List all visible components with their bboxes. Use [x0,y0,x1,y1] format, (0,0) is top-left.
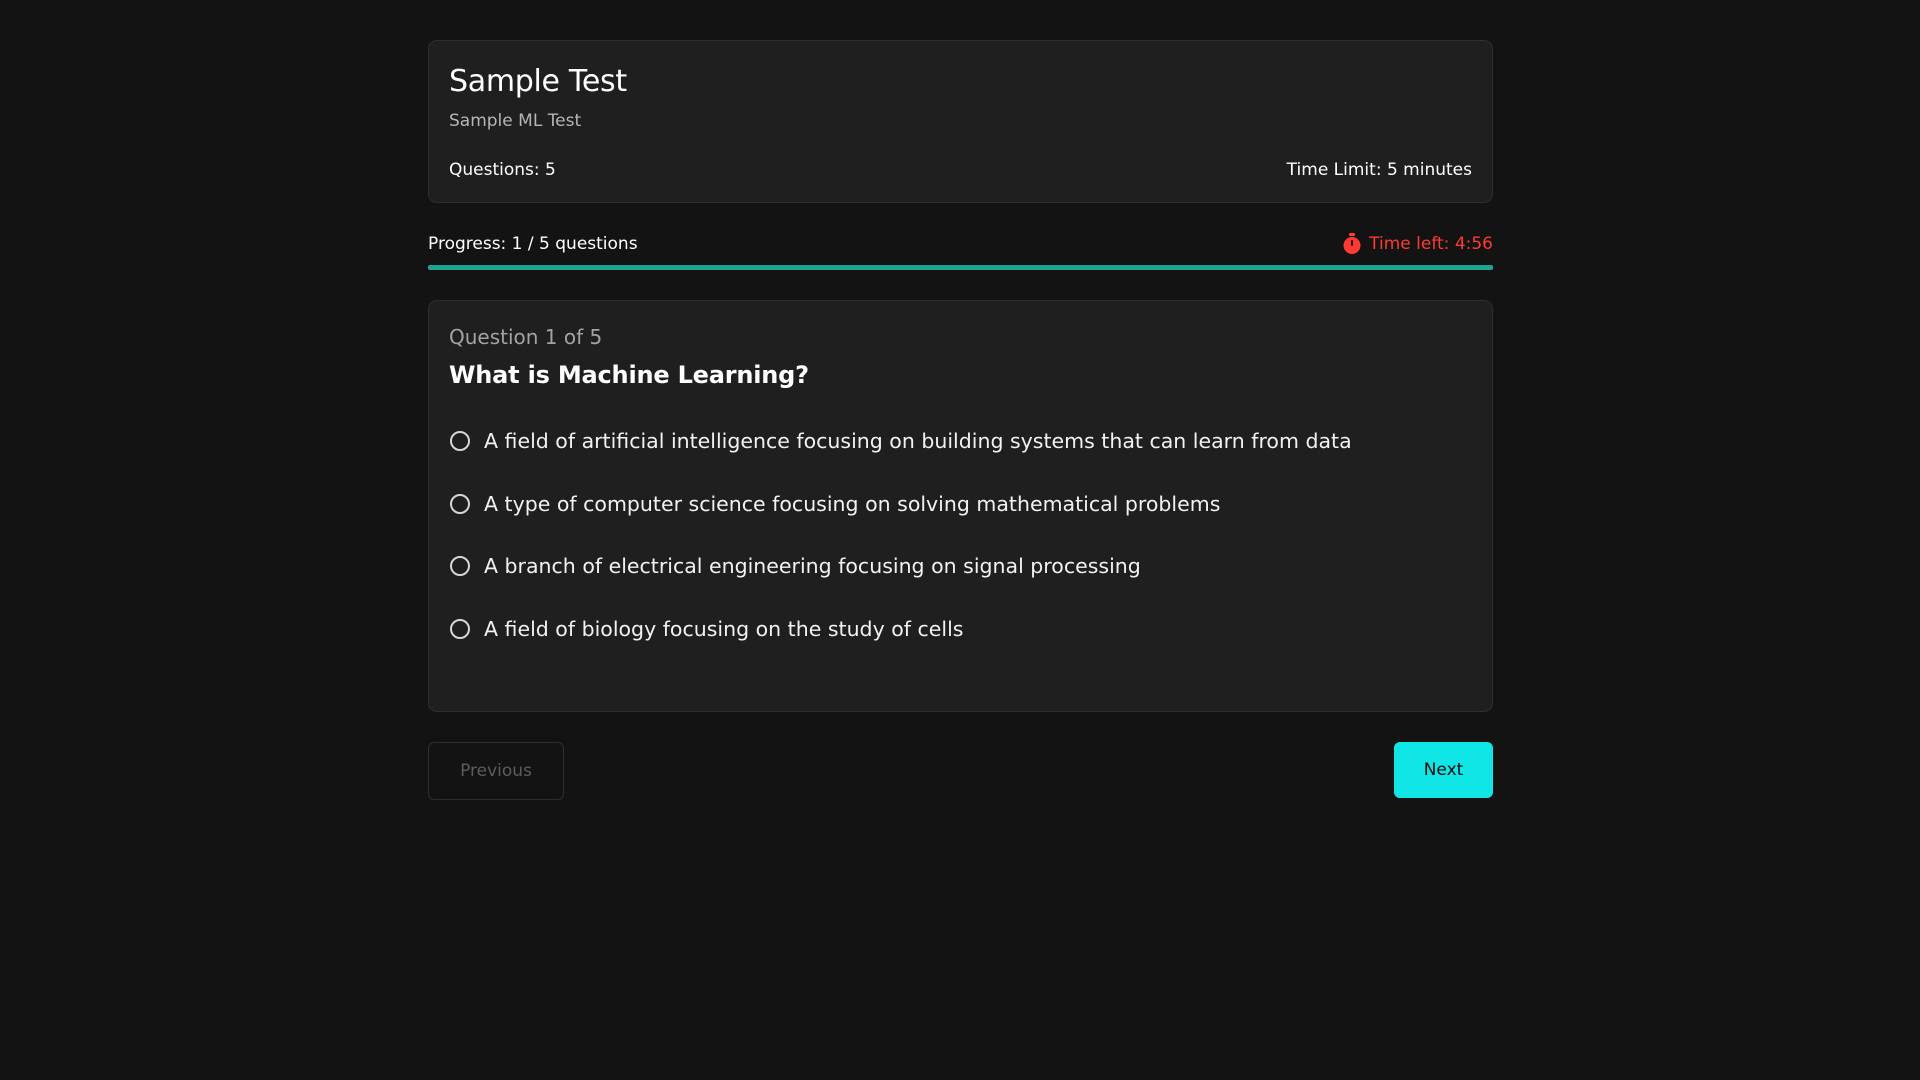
answer-option-label: A field of artificial intelligence focus… [484,429,1352,453]
question-text: What is Machine Learning? [449,361,809,389]
radio-unchecked-icon[interactable] [450,618,470,639]
question-counter: Question 1 of 5 [449,325,603,349]
answer-option-label: A field of biology focusing on the study… [484,616,964,641]
test-description: Sample ML Test [449,111,582,131]
next-button[interactable]: Next [1394,742,1493,798]
test-info-card: Sample Test Sample ML Test Questions: 5 … [428,40,1493,203]
time-limit: Time Limit: 5 minutes [1286,160,1472,180]
radio-unchecked-icon[interactable] [450,431,470,451]
answer-option-3[interactable]: A branch of electrical engineering focus… [449,546,1472,586]
answer-option-1[interactable]: A field of artificial intelligence focus… [449,421,1472,461]
answer-option-label: A type of computer science focusing on s… [484,491,1221,516]
timer: Time left: 4:56 [1342,233,1493,255]
progress-bar [428,265,1493,270]
answer-option-label: A branch of electrical engineering focus… [484,554,1141,578]
stopwatch-icon [1343,233,1361,254]
previous-button[interactable]: Previous [428,742,564,800]
test-page: Sample Test Sample ML Test Questions: 5 … [0,0,1920,1080]
answer-option-4[interactable]: A field of biology focusing on the study… [449,609,1472,649]
progress-label: Progress: 1 / 5 questions [428,234,638,254]
questions-count: Questions: 5 [449,160,556,180]
radio-unchecked-icon[interactable] [450,493,470,514]
test-container: Sample Test Sample ML Test Questions: 5 … [428,40,1493,800]
progress-fill [428,265,1493,270]
question-card: Question 1 of 5 What is Machine Learning… [428,300,1493,712]
answer-option-2[interactable]: A type of computer science focusing on s… [449,484,1472,524]
timer-label: Time left: 4:56 [1369,234,1493,254]
test-meta: Questions: 5 Time Limit: 5 minutes [449,160,1472,180]
progress-row: Progress: 1 / 5 questions Time left: 4:5… [428,232,1493,256]
radio-unchecked-icon[interactable] [450,556,470,576]
test-title: Sample Test [449,64,627,99]
navigation-row: Previous Next [428,742,1493,800]
answer-options: A field of artificial intelligence focus… [449,421,1472,649]
